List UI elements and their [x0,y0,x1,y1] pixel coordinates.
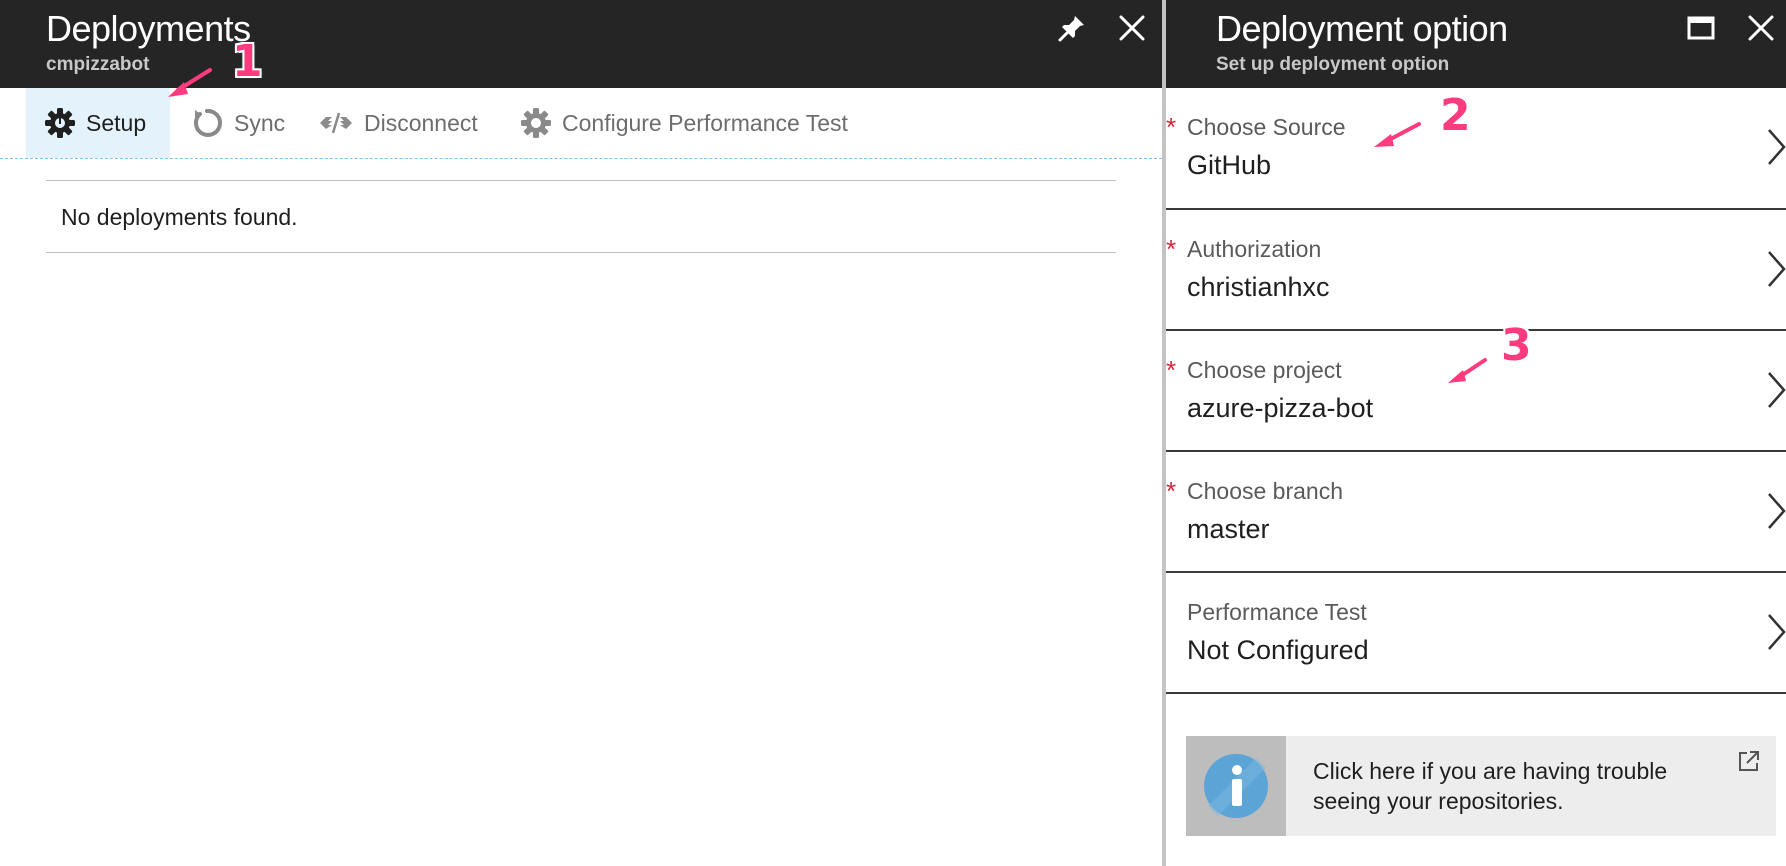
disconnect-icon [320,112,352,134]
option-label: Choose Source [1187,114,1346,140]
close-button[interactable] [1112,8,1152,48]
annotation-2: 2 [1440,90,1471,141]
option-choose-branch[interactable]: * Choose branch master [1166,452,1786,573]
chevron-right-icon [1768,614,1786,650]
option-choose-project[interactable]: * Choose project azure-pizza-bot [1166,331,1786,452]
option-performance-test[interactable]: Performance Test Not Configured [1166,573,1786,694]
info-icon-container [1186,736,1286,836]
deployments-subtitle: cmpizzabot [46,54,150,75]
option-choose-source[interactable]: * Choose Source GitHub [1166,88,1786,210]
annotation-arrow-3 [1448,358,1487,383]
option-label: Choose branch [1187,478,1343,504]
deployments-blade: Deployments cmpizzabot Setup Sync Discon… [0,0,1162,866]
option-value: Not Configured [1187,635,1369,665]
external-link-icon [1739,751,1759,771]
required-marker: * [1166,234,1177,264]
option-authorization[interactable]: * Authorization christianhxc [1166,210,1786,331]
required-marker: * [1166,112,1177,142]
configure-performance-test-button[interactable]: Configure Performance Test [502,88,866,158]
chevron-right-icon [1768,129,1786,165]
disconnect-label: Disconnect [364,109,478,136]
setup-button[interactable]: Setup [26,88,170,158]
close-icon [1748,15,1774,41]
chevron-right-icon [1768,493,1786,529]
grid-divider-bottom [46,252,1116,253]
deployment-option-title: Deployment option [1216,8,1508,49]
annotation-arrow-2 [1374,122,1421,147]
deployment-option-subtitle: Set up deployment option [1216,54,1450,75]
info-message: Click here if you are having trouble see… [1313,758,1668,814]
pin-button[interactable] [1052,8,1092,48]
maximize-button[interactable] [1681,8,1721,48]
chevron-right-icon [1768,251,1786,287]
annotation-1: 1 [232,36,263,87]
option-label: Choose project [1187,357,1342,383]
annotation-arrow-1 [168,68,212,97]
deployments-title: Deployments [46,8,251,49]
setup-label: Setup [86,109,147,136]
disconnect-button[interactable]: Disconnect [300,88,496,158]
maximize-icon [1687,16,1715,40]
option-value: GitHub [1187,150,1272,180]
sync-icon [194,108,222,137]
required-marker: * [1166,476,1177,506]
empty-deployments-message: No deployments found. [61,204,298,230]
repository-trouble-info[interactable]: Click here if you are having trouble see… [1186,736,1776,836]
option-value: christianhxc [1187,272,1330,302]
gear-icon [45,108,75,138]
grid-divider-top [46,180,1116,181]
chevron-right-icon [1768,372,1786,408]
close-button[interactable] [1741,8,1781,48]
deployment-option-blade: Deployment option Set up deployment opti… [1166,0,1786,866]
gear-icon [521,108,551,138]
option-value: azure-pizza-bot [1187,393,1374,423]
pin-icon [1058,16,1084,42]
sync-label: Sync [234,109,286,136]
deployment-option-header: Deployment option Set up deployment opti… [1166,0,1786,88]
annotation-3: 3 [1501,320,1532,371]
configure-performance-test-label: Configure Performance Test [562,109,848,136]
required-marker: * [1166,355,1177,385]
option-label: Performance Test [1187,599,1367,625]
close-icon [1119,15,1145,41]
option-value: master [1187,514,1270,544]
info-icon [1204,754,1268,818]
option-label: Authorization [1187,236,1322,262]
